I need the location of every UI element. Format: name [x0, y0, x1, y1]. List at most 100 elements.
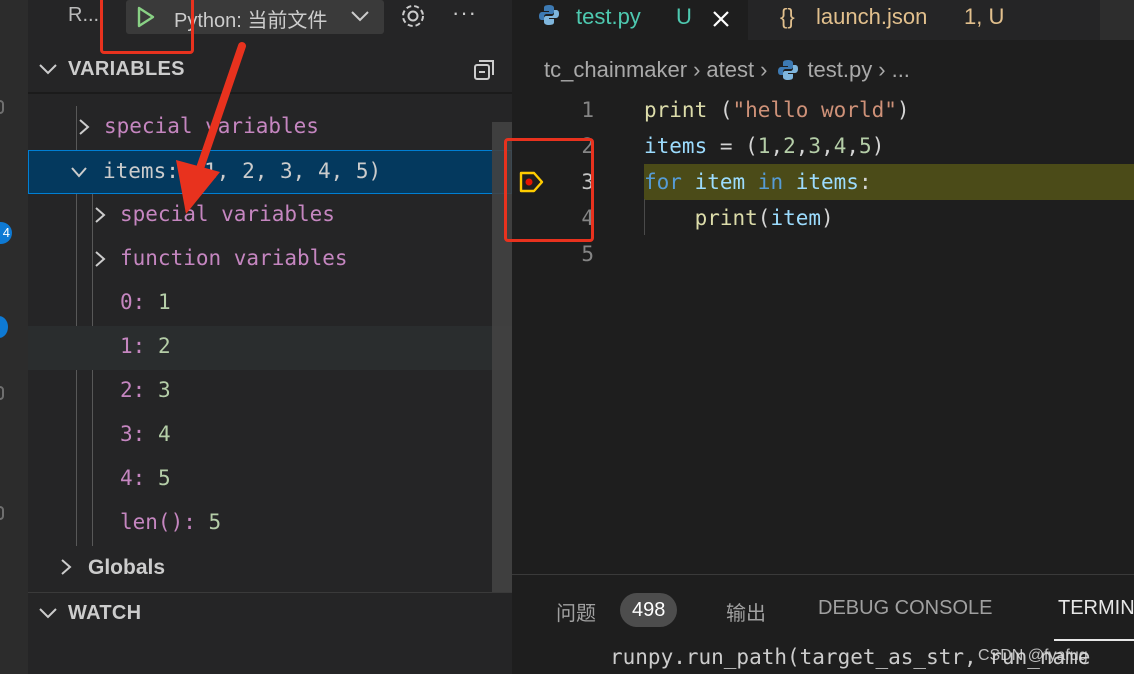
tab-git-status: U	[676, 4, 692, 29]
code-line[interactable]: 5	[512, 236, 1134, 272]
scope-label: Globals	[88, 556, 166, 579]
active-tab-indicator	[1054, 639, 1134, 641]
tab-problems[interactable]: 问题	[556, 597, 596, 626]
variable-row[interactable]: 4: 5	[28, 458, 512, 502]
code-line[interactable]: 4 print(item)	[512, 200, 1134, 236]
variable-name: special variables	[104, 114, 319, 138]
breadcrumb: tc_chainmaker › atest › test.py ›...	[544, 56, 910, 83]
variables-section-title: VARIABLES	[68, 58, 185, 80]
variable-value: (1, 2, 3, 4, 5)	[191, 159, 382, 183]
activity-bar: 4	[0, 0, 28, 674]
variable-row[interactable]: len(): 5	[28, 502, 512, 546]
variable-label: 3: 4	[120, 422, 171, 446]
variables-section-header[interactable]: VARIABLES	[28, 50, 512, 90]
variable-row-selected[interactable]: items: (1, 2, 3, 4, 5)	[28, 150, 512, 194]
chevron-down-icon	[39, 608, 57, 619]
variable-row[interactable]: special variables	[28, 194, 512, 238]
debug-sidebar: R... Python: 当前文件 ··· VARIABLES special …	[28, 0, 512, 674]
variable-value: 5	[157, 466, 171, 490]
json-file-icon: {}	[780, 4, 795, 29]
chevron-down-icon[interactable]	[350, 8, 370, 24]
collapse-all-icon[interactable]	[472, 58, 496, 82]
breadcrumb-item[interactable]: atest	[706, 57, 754, 83]
more-actions-icon[interactable]: ···	[452, 0, 477, 26]
chevron-right-icon	[95, 207, 106, 223]
variable-name: 3:	[120, 422, 146, 446]
line-number: 5	[581, 242, 594, 266]
variable-name: function variables	[120, 246, 348, 270]
chevron-right-icon: ›	[760, 57, 768, 83]
editor-actions[interactable]	[1100, 0, 1134, 40]
tab-test-py[interactable]: test.py U	[512, 0, 748, 40]
chevron-down-icon	[71, 167, 87, 178]
activity-icon[interactable]	[0, 506, 4, 520]
variable-name: items:	[103, 159, 179, 183]
editor-tab-bar: test.py U {} launch.json 1, U	[512, 0, 1134, 40]
annotation-box	[100, 0, 194, 54]
variable-row[interactable]: 2: 3	[28, 370, 512, 414]
tab-filename: launch.json	[816, 4, 928, 29]
breadcrumb-item[interactable]: ...	[892, 57, 910, 83]
variable-label: 0: 1	[120, 290, 171, 314]
variable-label: 1: 2	[120, 334, 171, 358]
activity-badge-dot	[0, 316, 8, 338]
tab-filename: test.py	[576, 4, 641, 29]
code-text: print(item)	[694, 206, 834, 230]
watch-section-header[interactable]: WATCH	[28, 594, 512, 634]
gear-icon[interactable]	[398, 2, 428, 30]
variable-value: 1	[157, 290, 171, 314]
variable-label: len(): 5	[120, 510, 221, 534]
variable-label: 4: 5	[120, 466, 171, 490]
code-line[interactable]: 1 print ("hello world")	[512, 92, 1134, 128]
variable-row[interactable]: 0: 1	[28, 282, 512, 326]
variable-scope-globals[interactable]: Globals	[28, 546, 512, 590]
variable-row[interactable]: 3: 4	[28, 414, 512, 458]
watch-section-title: WATCH	[68, 602, 142, 624]
section-divider	[28, 592, 512, 593]
variable-name: 0:	[120, 290, 146, 314]
variable-label: 2: 3	[120, 378, 171, 402]
editor-area: test.py U {} launch.json 1, U tc_chainma…	[512, 0, 1134, 674]
python-file-icon	[778, 60, 799, 81]
indent-guide	[644, 199, 645, 235]
tab-terminal[interactable]: TERMIN	[1058, 597, 1134, 620]
run-view-label: R...	[68, 4, 100, 26]
variable-name: 2:	[120, 378, 146, 402]
breadcrumb-item[interactable]: tc_chainmaker	[544, 57, 687, 83]
variable-value: 4	[157, 422, 171, 446]
tab-output[interactable]: 输出	[726, 597, 766, 626]
annotation-box	[504, 138, 594, 242]
variable-row[interactable]: special variables	[28, 106, 512, 150]
variable-name: 1:	[120, 334, 146, 358]
tab-debug-console[interactable]: DEBUG CONSOLE	[818, 597, 992, 620]
variable-value: 5	[208, 510, 222, 534]
section-divider	[28, 92, 512, 94]
chevron-down-icon	[39, 64, 57, 75]
code-line[interactable]: 2 items = (1,2,3,4,5)	[512, 128, 1134, 164]
problems-count-badge: 498	[620, 593, 678, 627]
activity-icon[interactable]	[0, 100, 4, 114]
launch-config-label: Python: 当前文件	[174, 10, 328, 32]
code-text: for item in items:	[644, 170, 872, 194]
variable-label: items: (1, 2, 3, 4, 5)	[103, 159, 381, 183]
activity-icon[interactable]	[0, 386, 4, 400]
activity-badge: 4	[0, 222, 12, 244]
close-icon[interactable]	[710, 8, 732, 30]
variable-value: 3	[157, 378, 171, 402]
chevron-right-icon	[95, 251, 106, 267]
chevron-right-icon	[79, 119, 90, 135]
code-line-current[interactable]: 3 for item in items:	[512, 164, 1134, 200]
tab-launch-json[interactable]: {} launch.json 1, U	[748, 0, 1100, 40]
chevron-right-icon: ›	[878, 57, 886, 83]
bottom-panel: 问题 498 输出 DEBUG CONSOLE TERMIN runpy.run…	[512, 574, 1134, 674]
breadcrumb-item[interactable]: test.py	[807, 57, 872, 83]
watermark: CSDN @fyafug	[978, 647, 1088, 664]
variable-row[interactable]: 1: 2	[28, 326, 512, 370]
variable-row[interactable]: function variables	[28, 238, 512, 282]
variable-name: 4:	[120, 466, 146, 490]
variable-name: special variables	[120, 202, 335, 226]
chevron-right-icon	[61, 559, 72, 575]
code-text: items = (1,2,3,4,5)	[644, 134, 885, 158]
chevron-right-icon: ›	[693, 57, 701, 83]
python-file-icon	[539, 5, 559, 25]
